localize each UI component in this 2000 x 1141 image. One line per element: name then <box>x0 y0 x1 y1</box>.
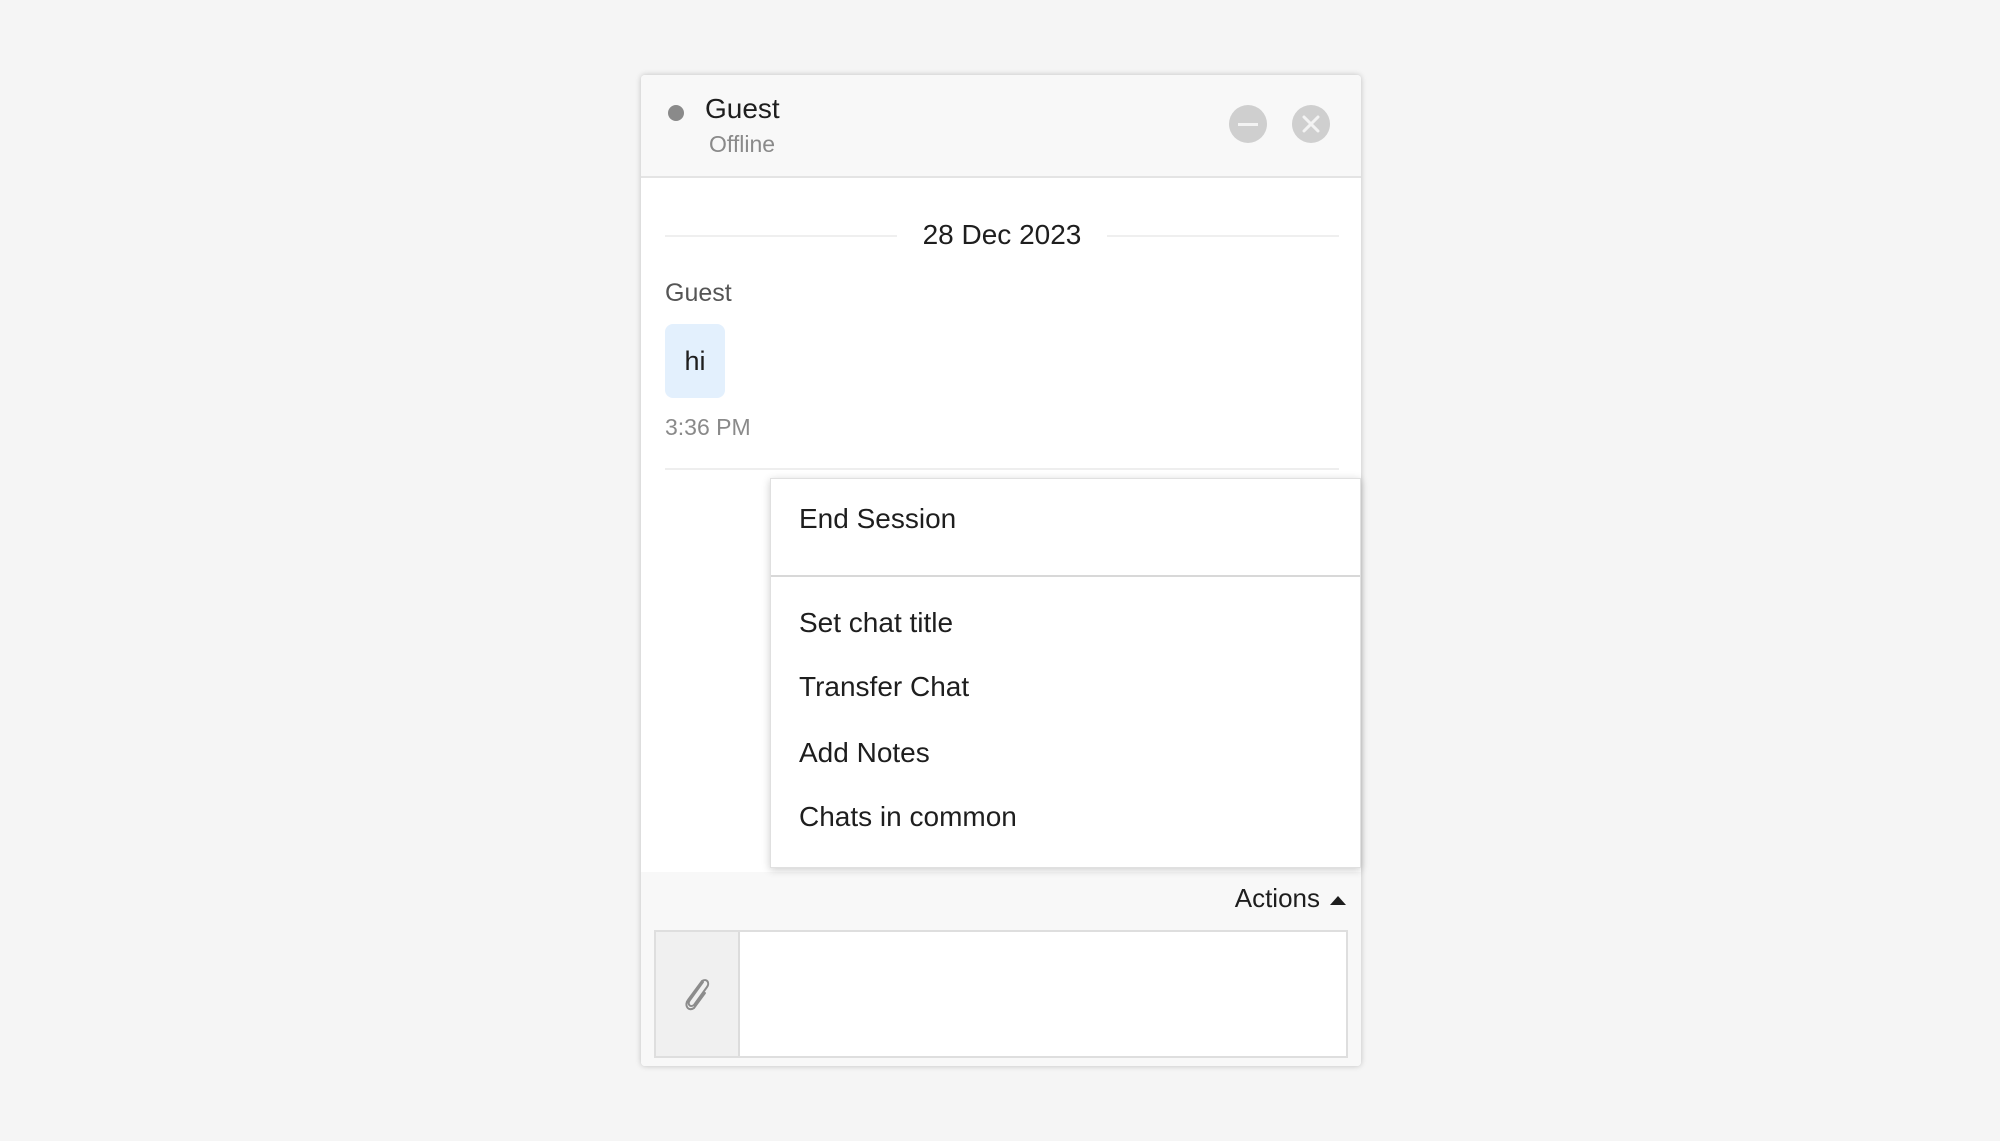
date-divider: 28 Dec 2023 <box>665 215 1339 255</box>
contact-status: Offline <box>709 131 776 157</box>
menu-item-chats-in-common[interactable]: Chats in common <box>799 801 1017 833</box>
actions-menu: End Session Set chat title Transfer Chat… <box>770 478 1361 868</box>
conversation-separator <box>665 468 1339 470</box>
composer <box>654 930 1348 1058</box>
attach-button[interactable] <box>656 932 740 1056</box>
paperclip-icon <box>685 979 710 1011</box>
actions-label: Actions <box>1234 883 1320 913</box>
caret-up-icon <box>1330 896 1346 905</box>
menu-item-add-notes[interactable]: Add Notes <box>799 737 930 769</box>
actions-button[interactable]: Actions <box>1235 883 1346 914</box>
message-bubble: hi <box>665 324 725 398</box>
message-input[interactable] <box>740 932 1346 1056</box>
menu-item-set-chat-title[interactable]: Set chat title <box>799 607 953 639</box>
minimize-button[interactable] <box>1229 105 1267 143</box>
message-timestamp: 3:36 PM <box>665 414 751 440</box>
status-dot-icon <box>668 105 684 121</box>
close-button[interactable] <box>1292 105 1330 143</box>
menu-divider <box>771 575 1360 577</box>
chat-header: Guest Offline <box>641 75 1361 178</box>
x-circle-icon <box>1302 115 1320 133</box>
contact-name: Guest <box>705 93 780 124</box>
message-sender: Guest <box>665 279 732 307</box>
menu-item-end-session[interactable]: End Session <box>799 503 956 535</box>
menu-item-transfer-chat[interactable]: Transfer Chat <box>799 671 969 703</box>
divider-line <box>1107 235 1339 237</box>
